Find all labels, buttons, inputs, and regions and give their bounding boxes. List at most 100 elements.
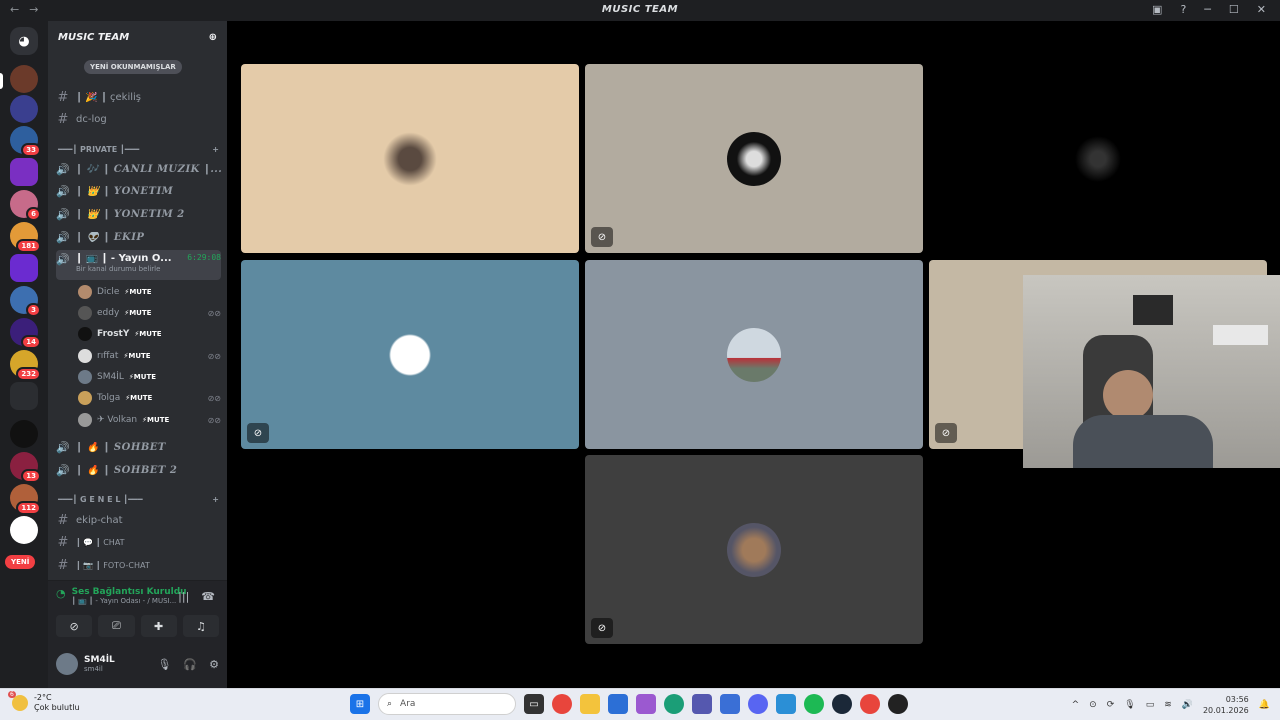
camera-toggle-button[interactable]: ⊘ — [56, 615, 93, 637]
sync-icon[interactable]: ⟳ — [1107, 700, 1115, 710]
steam-icon[interactable] — [832, 694, 852, 714]
plus-icon[interactable]: + — [212, 495, 219, 504]
server-icon-2[interactable] — [10, 95, 38, 123]
channel-chat[interactable]: # ┃ 💬 ┃ CHAT — [56, 532, 221, 552]
teams-icon[interactable] — [692, 694, 712, 714]
server-icon-1[interactable] — [10, 65, 38, 93]
windows-start-icon[interactable]: ⊞ — [350, 694, 370, 714]
participant-tile[interactable] — [929, 64, 1267, 253]
noise-suppression-icon[interactable]: ||| — [178, 590, 189, 603]
channel-dc-log[interactable]: # dc-log — [56, 109, 221, 129]
soundboard-button[interactable]: ♫ — [182, 615, 219, 637]
voice-channel-sohbet-2[interactable]: 🔊 ┃ 🔥 ┃ SOHBET 2 — [56, 460, 221, 480]
category-private[interactable]: ━━━┃ PRIVATE ┃━━━ + — [58, 145, 219, 154]
channel-cekilis[interactable]: # ┃ 🎉 ┃ çekiliş — [56, 87, 221, 107]
weather-widget[interactable]: 6 -2°C Çok bulutlu — [8, 691, 80, 713]
server-icon-4[interactable] — [10, 158, 38, 186]
inbox-icon[interactable]: ▣ — [1152, 3, 1162, 16]
plus-icon[interactable]: + — [212, 145, 219, 154]
new-unreads-button[interactable]: YENİ OKUNMAMIŞLAR — [84, 60, 182, 74]
channel-status[interactable]: Bir kanal durumu belirle — [76, 265, 221, 273]
voice-channel-canli-muzik[interactable]: 🔊 ┃ 🎶 ┃ CANLI MUZIK ┃... — [56, 159, 221, 179]
screen-share-button[interactable]: ⎚ — [98, 615, 135, 637]
participant-tile[interactable] — [585, 260, 923, 449]
voice-channel-sohbet[interactable]: 🔊 ┃ 🔥 ┃ SOHBET — [56, 437, 221, 457]
server-icon-7[interactable] — [10, 254, 38, 282]
help-icon[interactable]: ? — [1180, 3, 1186, 16]
microphone-icon[interactable]: 🎙 — [157, 658, 171, 671]
server-icon-9[interactable]: 14 — [10, 318, 41, 349]
server-icon-6[interactable]: 181 — [10, 222, 41, 253]
speaker-icon: 🔊 — [56, 253, 70, 266]
participant-tile[interactable]: ⊘ — [585, 455, 923, 644]
add-member-icon[interactable]: ⊕ — [209, 32, 217, 43]
microphone-icon[interactable]: 🎙 — [1124, 700, 1135, 710]
server-icon-14[interactable] — [10, 516, 38, 544]
close-icon[interactable]: ✕ — [1257, 3, 1266, 16]
discord-taskbar-icon[interactable] — [748, 694, 768, 714]
voice-channel-yonetim-2[interactable]: 🔊 ┃ 👑 ┃ YÖNETİM 2 — [56, 204, 221, 224]
system-tray: ^ ⊙ ⟳ 🎙 ▭ ≋ 🔊 03:56 20.01.2026 🔔 — [1072, 694, 1270, 716]
camera-off-icon: ⊘ — [935, 423, 957, 443]
activities-button[interactable]: ✚ — [140, 615, 177, 637]
voice-status[interactable]: Ses Bağlantısı Kuruldu — [72, 587, 187, 597]
voice-member[interactable]: Dicle ⚡MUTE — [78, 283, 221, 301]
discord-home-icon[interactable]: ◕ — [10, 27, 38, 55]
task-view-icon[interactable]: ▭ — [524, 694, 544, 714]
channel-foto-chat[interactable]: # ┃ 📷 ┃ FOTO-CHAT — [56, 555, 221, 575]
server-icon-8[interactable]: 3 — [10, 286, 41, 317]
voice-member[interactable]: eddy ⚡MUTE ⊘⊘ — [78, 304, 221, 322]
category-genel[interactable]: ━━━┃ G E N E L ┃━━━ + — [58, 495, 219, 504]
outlook-icon[interactable] — [720, 694, 740, 714]
avatar — [78, 285, 92, 299]
wifi-icon[interactable]: ≋ — [1164, 700, 1172, 710]
copilot-icon[interactable] — [636, 694, 656, 714]
server-icon-5[interactable]: 6 — [10, 190, 41, 221]
voice-member[interactable]: ✈ Volkan ⚡MUTE ⊘⊘ — [78, 411, 221, 429]
store-icon[interactable] — [608, 694, 628, 714]
maximize-icon[interactable]: ☐ — [1229, 3, 1239, 16]
edge-icon[interactable] — [664, 694, 684, 714]
search-box[interactable]: ⌕ Ara — [378, 693, 516, 715]
server-icon-3[interactable]: 33 — [10, 126, 41, 157]
file-explorer-icon[interactable] — [580, 694, 600, 714]
voice-member[interactable]: Tolga ⚡MUTE ⊘⊘ — [78, 389, 221, 407]
avatar[interactable] — [56, 653, 78, 675]
voice-channel-ekip[interactable]: 🔊 ┃ 👽 ┃ EKİP — [56, 227, 221, 247]
channel-ekip-chat[interactable]: # ekip-chat — [56, 510, 221, 530]
spotify-icon[interactable] — [804, 694, 824, 714]
voice-member[interactable]: FrostY ⚡MUTE — [78, 325, 221, 343]
voice-channel-yonetim[interactable]: 🔊 ┃ 👑 ┃ YÖNETİM — [56, 181, 221, 201]
display-icon[interactable]: ▭ — [1146, 700, 1155, 710]
server-icon-11[interactable] — [10, 420, 38, 448]
headphones-icon[interactable]: 🎧 — [183, 658, 197, 671]
server-icon-12[interactable]: 13 — [10, 452, 41, 483]
clock[interactable]: 03:56 20.01.2026 — [1203, 694, 1249, 716]
participant-tile[interactable] — [241, 64, 579, 253]
minimize-icon[interactable]: ─ — [1204, 3, 1211, 16]
server-list: ◕ 33 6 181 3 14 232 13 112 YENİ — [0, 21, 48, 688]
voice-member[interactable]: rıffat ⚡MUTE ⊘⊘ — [78, 347, 221, 365]
gear-icon[interactable]: ⚙ — [209, 658, 219, 671]
voice-channel-yayin-odasi[interactable]: 🔊 ┃ 📺 ┃ ‑ Yayın O... 6:29:08 Bir kanal du… — [56, 250, 221, 280]
volume-icon[interactable]: 🔊 — [1182, 700, 1193, 710]
chrome-profile-icon[interactable] — [860, 694, 880, 714]
server-folder[interactable] — [10, 382, 38, 410]
network-icon[interactable]: ⊙ — [1089, 700, 1097, 710]
new-unreads-pill[interactable]: YENİ — [5, 555, 36, 569]
chrome-icon[interactable] — [552, 694, 572, 714]
avatar — [78, 306, 92, 320]
chevron-up-icon[interactable]: ^ — [1072, 700, 1080, 710]
voice-member[interactable]: SM4İL ⚡MUTE — [78, 368, 221, 386]
window-title: MUSIC TEAM — [601, 4, 679, 15]
remote-desktop-icon[interactable] — [776, 694, 796, 714]
server-icon-13[interactable]: 112 — [10, 484, 41, 515]
notifications-icon[interactable]: 🔔 — [1259, 700, 1270, 710]
server-icon-10[interactable]: 232 — [10, 350, 41, 381]
disconnect-icon[interactable]: ☎ — [201, 590, 215, 603]
participant-tile[interactable]: ⊘ — [585, 64, 923, 253]
participant-tile[interactable]: ⊘ — [241, 260, 579, 449]
obs-icon[interactable] — [888, 694, 908, 714]
search-icon: ⌕ — [387, 699, 393, 709]
server-header[interactable]: MUSIC TEAM ⊕ — [48, 21, 227, 53]
